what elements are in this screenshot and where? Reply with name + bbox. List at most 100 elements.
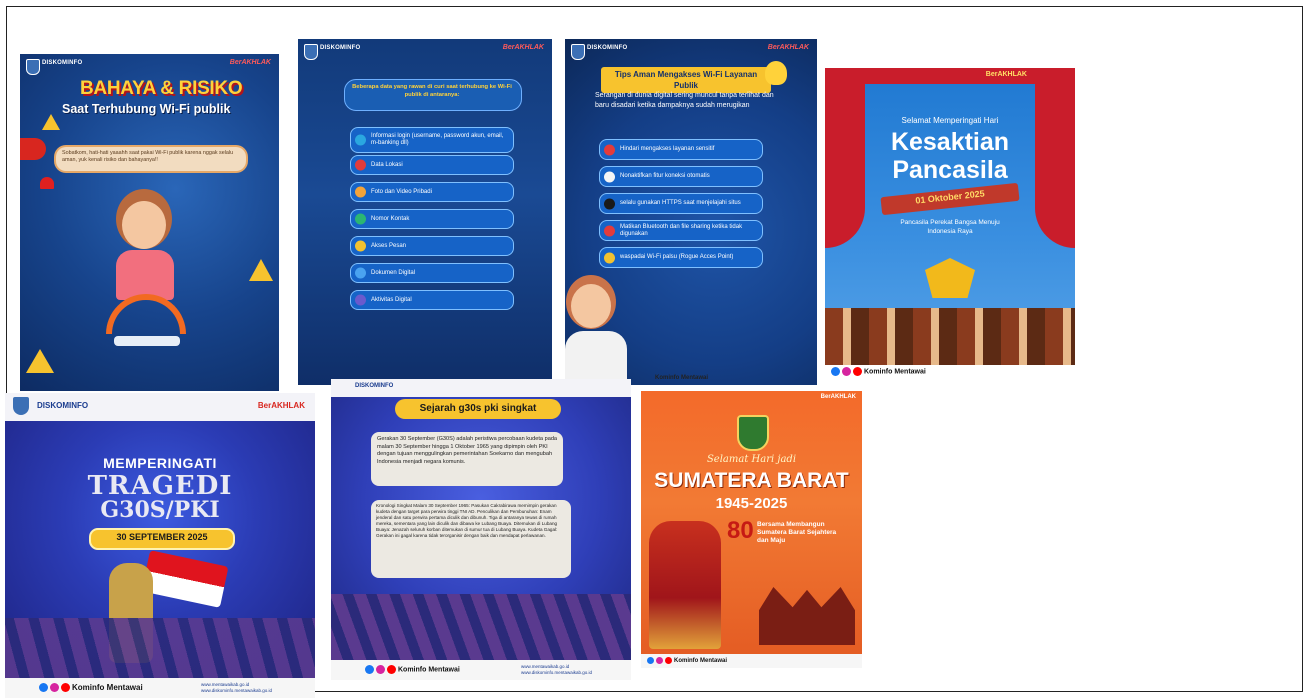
intro-text: Beberapa data yang rawan di curi saat te… [352, 84, 512, 98]
footer-label: Kominfo Mentawai [647, 657, 727, 664]
footer-text: Kominfo Mentawai [674, 658, 728, 665]
data-list-item: Aktivitas Digital [350, 290, 514, 310]
line-memperingati: MEMPERINGATI [103, 455, 217, 471]
header-logo-text: DISKOMINFO [355, 383, 394, 389]
item-label: Nomor Kontak [371, 215, 410, 222]
intro-text: Serangan di dunia digital sering muncul … [595, 92, 774, 109]
rumah-gadang-illustration [759, 587, 855, 645]
item-label: Informasi login (username, password akun… [371, 133, 504, 146]
para2-text: Kronologi Singkat Malam 30 September 196… [376, 503, 558, 539]
item-label: Data Lokasi [371, 161, 403, 168]
tagline: Pancasila Perekat Bangsa Menuju Indonesi… [900, 219, 1000, 235]
header-logo-text: DISKOMINFO [587, 45, 628, 51]
item-icon [355, 267, 366, 279]
router-base [114, 336, 180, 346]
tip-icon [604, 198, 615, 209]
facebook-icon [365, 665, 374, 674]
item-icon [355, 294, 366, 306]
website-1: www.mentawaikab.go.id [521, 664, 570, 669]
youtube-icon [853, 367, 862, 376]
woman-illustration [571, 284, 611, 328]
website-1: www.mentawaikab.go.id [201, 682, 250, 687]
poster-tips-aman[interactable]: DISKOMINFO BerAKHLAK Tips Aman Mengakses… [565, 39, 817, 385]
facebook-icon [831, 367, 840, 376]
wifi-router-icon [106, 294, 186, 334]
protest-silhouettes [331, 594, 631, 662]
warning-icon [26, 349, 54, 373]
tip-item: Hindari mengakses layanan sensitif [599, 139, 763, 160]
protest-silhouettes [5, 618, 315, 678]
instagram-icon [376, 665, 385, 674]
regency-logo-icon [304, 44, 318, 60]
tip-label: selalu gunakan HTTPS saat menjelajahi si… [620, 200, 741, 206]
poster-kesaktian-pancasila[interactable]: BerAKHLAK Selamat Memperingati Hari Kesa… [825, 68, 1075, 379]
poster-title: Sejarah g30s pki singkat [419, 403, 537, 414]
greeting: Selamat Memperingati Hari [901, 116, 999, 125]
title-line2: Pancasila [892, 156, 1008, 184]
years: 1945-2025 [715, 495, 788, 512]
brand-logo: BerAKHLAK [820, 394, 856, 400]
poster-data-rawan[interactable]: DISKOMINFO BerAKHLAK Beberapa data yang … [298, 39, 552, 385]
curtain-top [825, 68, 1075, 84]
item-label: Dokumen Digital [371, 269, 416, 276]
instagram-icon [842, 367, 851, 376]
footer-text: Kominfo Mentawai [398, 666, 460, 674]
tip-icon [604, 252, 615, 263]
para1-text: Gerakan 30 September (G30S) adalah peris… [377, 436, 558, 465]
website-2: www.diskominfo.mentawaikab.go.id [201, 688, 273, 693]
body-text: Sobatkom, hati-hati yaaahh saat pakai Wi… [62, 150, 234, 163]
title-line1: Kesaktian [890, 128, 1010, 156]
poster-tragedi-g30s[interactable]: DISKOMINFO BerAKHLAK MEMPERINGATI TRAGED… [5, 393, 315, 698]
girl-illustration [122, 201, 166, 249]
footer-label: Kominfo Mentawai [655, 375, 709, 381]
garuda-emblem-icon [925, 258, 975, 298]
website-2: www.diskominfo.mentawaikab.go.id [521, 670, 593, 675]
brand-logo: BerAKHLAK [985, 71, 1027, 78]
warning-icon [249, 259, 273, 281]
tip-label: Matikan Bluetooth dan file sharing ketik… [620, 223, 743, 237]
poster-title: BAHAYA & RISIKO [80, 78, 243, 99]
youtube-icon [61, 683, 70, 693]
lightbulb-icon [765, 61, 787, 85]
item-icon [355, 159, 366, 171]
poster-header: DISKOMINFO BerAKHLAK [20, 54, 279, 80]
footer-text: Kominfo Mentawai [72, 683, 143, 692]
tip-icon [604, 144, 615, 155]
footer-label: Kominfo Mentawai [365, 665, 460, 674]
crowd-illustration [825, 308, 1075, 368]
youtube-icon [665, 657, 672, 664]
tip-item: waspadai Wi-Fi palsu (Rogue Acces Point) [599, 247, 763, 268]
data-list-item: Data Lokasi [350, 155, 514, 175]
data-list-item: Dokumen Digital [350, 263, 514, 283]
tip-item: selalu gunakan HTTPS saat menjelajahi si… [599, 193, 763, 214]
megaphone-icon [20, 138, 46, 160]
poster-sumatera-barat[interactable]: BerAKHLAK Selamat Hari jadi SUMATERA BAR… [641, 391, 862, 668]
script-greeting: Selamat Hari jadi [706, 454, 797, 465]
poster-title: Tips Aman Mengakses Wi-Fi Layanan Publik [614, 70, 758, 90]
data-list-item: Informasi login (username, password akun… [350, 127, 514, 153]
province-emblem-icon [737, 415, 769, 451]
footer-label: Kominfo Mentawai [39, 683, 143, 693]
poster-bahaya-risiko[interactable]: DISKOMINFO BerAKHLAK BAHAYA & RISIKO Saa… [20, 54, 279, 391]
data-list-item: Akses Pesan [350, 236, 514, 256]
brand-logo: BerAKHLAK [229, 59, 271, 66]
poster-sejarah-g30s[interactable]: DISKOMINFO Sejarah g30s pki singkat Gera… [331, 379, 631, 680]
tip-icon [604, 171, 615, 182]
brand-logo: BerAKHLAK [767, 44, 809, 51]
header-logo-text: DISKOMINFO [42, 60, 83, 66]
tip-label: Nonaktifkan fitur koneksi otomatis [620, 173, 710, 179]
item-label: Aktivitas Digital [371, 296, 412, 303]
item-icon [355, 213, 366, 225]
header-logo-text: DISKOMINFO [320, 45, 361, 51]
tagline: Bersama Membangun Sumatera Barat Sejahte… [757, 521, 837, 544]
tip-item: Matikan Bluetooth dan file sharing ketik… [599, 220, 763, 241]
date-text: 30 SEPTEMBER 2025 [116, 532, 208, 542]
instagram-icon [656, 657, 663, 664]
tip-icon [604, 225, 615, 236]
item-icon [355, 240, 366, 252]
youtube-icon [387, 665, 396, 674]
header-logo-text: DISKOMINFO [37, 401, 89, 410]
anniversary-number: 80 [727, 517, 754, 544]
item-icon [355, 134, 366, 146]
couple-illustration [649, 521, 721, 649]
